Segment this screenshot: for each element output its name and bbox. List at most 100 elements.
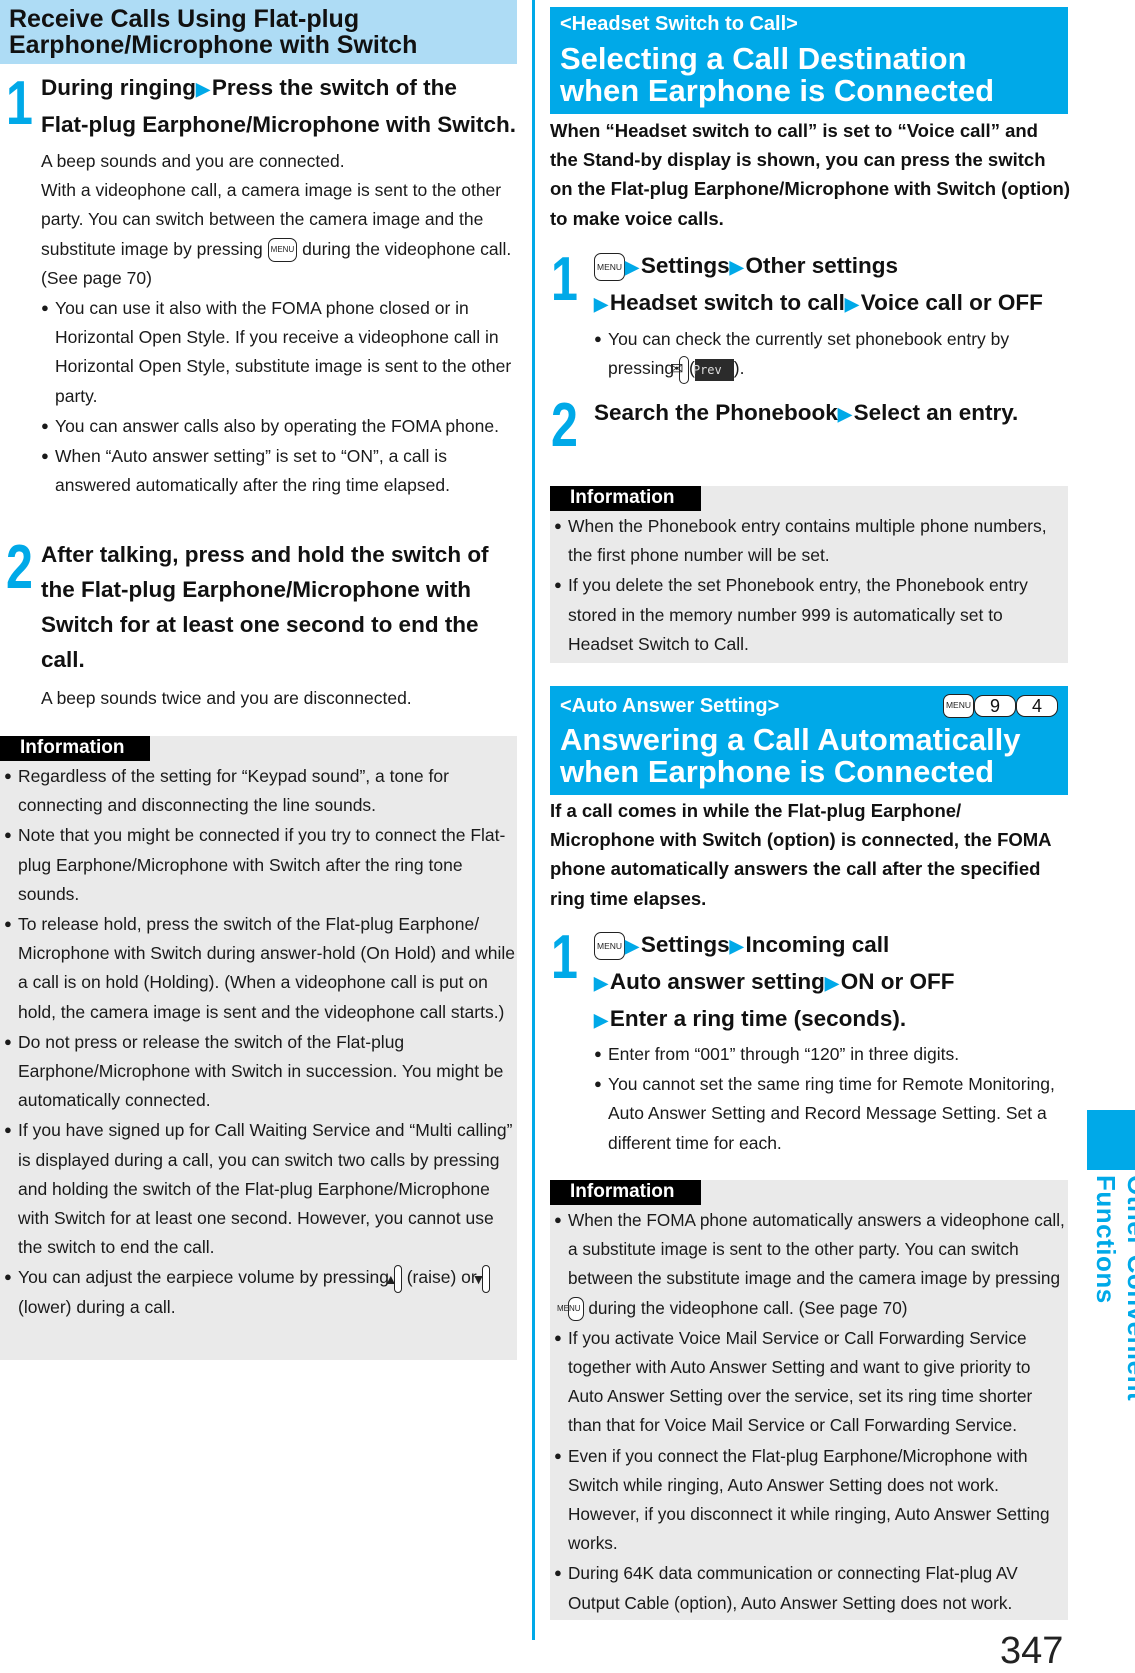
bullet-text: Note that you might be connected if you … [18, 825, 506, 904]
step-instruction: MENU ▶Settings▶Incoming call ▶Auto answer… [594, 927, 1074, 1038]
step-item: Incoming call [745, 932, 890, 957]
section-title: Answering a Call Automatically [560, 722, 1021, 757]
bullet-text: During 64K data communication or connect… [568, 1563, 1018, 1613]
prev-softkey-icon: Prev [693, 358, 734, 381]
bullet-text: Enter from “001” through “120” in three … [608, 1044, 960, 1064]
bullet-text: Even if you connect the Flat-plug Earpho… [568, 1445, 1050, 1554]
arrow-icon: ▶ [729, 257, 744, 277]
bullet-text: You can check the currently set phoneboo… [608, 329, 1010, 379]
arrow-icon: ▶ [594, 973, 608, 993]
menu-key-icon: MENU [942, 694, 974, 718]
arrow-icon: ▶ [195, 79, 210, 99]
section-title: Selecting a Call Destination [560, 41, 967, 76]
chapter-tab-label: Other Convenient Functions [1090, 1175, 1135, 1535]
step-instruction: After talking, press and hold the switch… [41, 542, 489, 672]
arrow-icon: ▶ [625, 257, 639, 277]
bullet-icon: ● [554, 577, 562, 593]
bullet-item: ● When the FOMA phone automatically answe… [554, 1205, 1068, 1323]
step-item: During ringing [41, 75, 196, 100]
bullet-item: ● Do not press or release the switch of t… [4, 1027, 516, 1116]
step-number: 2 [551, 391, 578, 460]
bullet-item: ● During 64K data communication or connec… [554, 1558, 1068, 1617]
bullet-item: ● Regardless of the setting for “Keypad s… [4, 761, 516, 820]
menu-key-icon: MENU [594, 932, 626, 961]
step-item: Auto answer setting [609, 969, 825, 994]
bullet-icon: ● [41, 448, 49, 464]
bullet-icon: ● [594, 1076, 602, 1092]
step-item: Headset switch to call [609, 290, 845, 315]
step-instruction: MENU ▶Settings▶Other settings ▶Headset sw… [594, 248, 1074, 322]
bullet-item: ● Enter from “001” through “120” in three… [594, 1039, 1069, 1069]
chapter-tab-marker [1087, 1110, 1135, 1170]
menu-key-icon: MENU [594, 253, 626, 282]
section-heading-auto-answer: <Auto Answer Setting> MENU 9 4 Answering a… [550, 686, 1068, 795]
bullet-text: (raise) or [406, 1267, 477, 1288]
information-list: ● Regardless of the setting for “Keypad s… [4, 761, 516, 1322]
bullet-text: To release hold, press the switch of the… [18, 914, 516, 1022]
section-title: when Earphone is Connected [560, 73, 995, 108]
bullet-text: during the videophone call. (See page 70… [588, 1297, 908, 1318]
mail-key-icon: ✉ [670, 355, 690, 384]
bullet-item: ● To release hold, press the switch of th… [4, 909, 516, 1027]
step-item: Select an entry. [853, 400, 1019, 425]
bullet-icon: ● [4, 768, 12, 783]
bullet-text: When “Auto answer setting” is set to “ON… [55, 446, 450, 496]
information-box: Information ● When the Phonebook entry co… [550, 486, 1068, 663]
arrow-icon: ▶ [594, 294, 608, 314]
bullet-item: ● You can adjust the earpiece volume by p… [4, 1262, 516, 1322]
bullet-text: Regardless of the setting for “Keypad so… [18, 766, 449, 816]
bullet-icon: ● [594, 1046, 602, 1061]
heading-line: Earphone/Microphone with Switch [9, 31, 418, 59]
key-9-icon: 9 [974, 695, 1016, 717]
column-divider [532, 0, 535, 1640]
information-label: Information [550, 1180, 701, 1205]
bullet-item: ● When “Auto answer setting” is set to “O… [41, 441, 521, 500]
bullet-text: Do not press or release the switch of th… [18, 1031, 504, 1111]
bullet-text: When the FOMA phone automatically answer… [568, 1210, 1065, 1289]
step-item: Press the switch of the [211, 75, 457, 100]
bullet-icon: ● [4, 827, 12, 843]
arrow-icon: ▶ [844, 294, 859, 314]
section-intro: If a call comes in while the Flat-plug E… [550, 800, 1051, 909]
bullet-text: You cannot set the same ring time for Re… [608, 1074, 1055, 1153]
step-item: Enter a ring time (seconds). [609, 1006, 907, 1031]
bullet-item: ● If you delete the set Phonebook entry, … [554, 570, 1066, 659]
section-intro: When “Headset switch to call” is set to … [550, 120, 1071, 229]
key-4-icon: 4 [1016, 695, 1058, 717]
information-label: Information [0, 736, 150, 761]
bullet-text: You can answer calls also by operating t… [55, 415, 499, 436]
bullet-item: ● Even if you connect the Flat-plug Earph… [554, 1441, 1068, 1559]
bullet-item: ● You can check the currently set phonebo… [594, 324, 1064, 384]
volume-down-key-icon: ▼ [472, 1264, 490, 1293]
menu-key-icon: MENU [557, 1297, 584, 1322]
paragraph: With a videophone call, a camera image i… [41, 176, 521, 293]
bullet-icon: ● [594, 331, 602, 346]
arrow-icon: ▶ [824, 973, 839, 993]
bullet-text: (lower) during a call. [18, 1296, 176, 1317]
section-subtitle: <Headset Switch to Call> [560, 13, 798, 35]
information-label: Information [550, 486, 701, 511]
bullet-item: ● If you have signed up for Call Waiting … [4, 1115, 516, 1262]
bullet-icon: ● [4, 1122, 12, 1138]
bullet-text: ). [733, 358, 745, 379]
bullet-icon: ● [4, 1033, 12, 1049]
step-item: Settings [640, 932, 730, 957]
information-box: Information ● Regardless of the setting f… [0, 736, 517, 1360]
step-instruction: Search the Phonebook▶Select an entry. [594, 395, 1074, 432]
bullet-item: ● Note that you might be connected if you… [4, 820, 516, 909]
page-number: 347 [1000, 1630, 1064, 1672]
step-notes: ● Enter from “001” through “120” in three… [594, 1039, 1069, 1158]
step-number: 1 [551, 923, 578, 992]
paragraph: A beep sounds and you are connected. [41, 151, 345, 171]
paragraph: A beep sounds twice and you are disconne… [41, 688, 412, 708]
bullet-icon: ● [554, 1329, 562, 1345]
bullet-text: When the Phonebook entry contains multip… [568, 516, 1047, 566]
section-title: when Earphone is Connected [560, 754, 995, 789]
bullet-icon: ● [554, 518, 562, 533]
bullet-item: ● You can answer calls also by operating … [41, 411, 521, 441]
volume-up-key-icon: ▲ [384, 1264, 402, 1293]
chapter-title: Other Convenient Functions [1091, 1175, 1135, 1402]
step-number: 2 [6, 533, 33, 602]
bullet-text: If you have signed up for Call Waiting S… [18, 1120, 513, 1258]
step-item: Settings [640, 253, 730, 278]
